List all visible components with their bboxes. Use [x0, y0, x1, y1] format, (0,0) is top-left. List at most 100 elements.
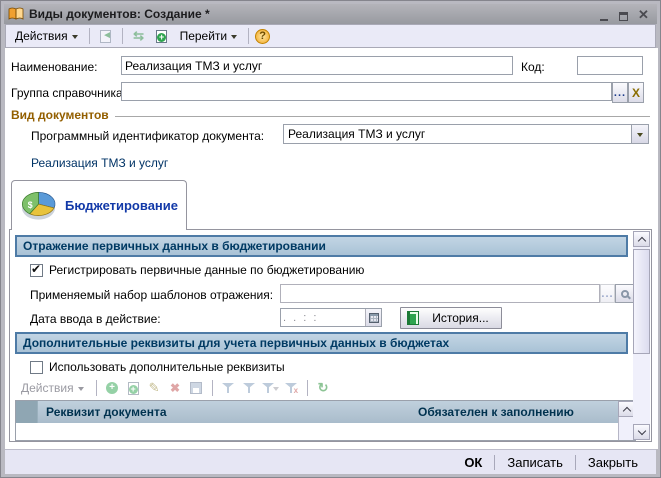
section-header-reflection: Отражение первичных данных в бюджетирова… [15, 235, 628, 257]
close-window-button[interactable]: Закрыть [576, 453, 650, 472]
templates-label: Применяемый набор шаблонов отражения: [30, 288, 273, 302]
main-toolbar: Действия ◄ ⇆ + Перейти ? [5, 24, 656, 48]
dialog-window: Виды документов: Создание * ✕ Действия ◄… [0, 0, 661, 478]
titlebar[interactable]: Виды документов: Создание * ✕ [4, 4, 657, 24]
date-label: Дата ввода в действие: [30, 312, 161, 326]
diskette-icon [190, 382, 202, 394]
toolbar-separator [122, 28, 123, 44]
table-header: Реквизит документа Обязателен к заполнен… [16, 401, 635, 423]
ellipsis-icon: ... [601, 288, 613, 300]
copy-icon: + [128, 382, 139, 395]
chevron-down-icon [637, 133, 643, 137]
register-checkbox[interactable] [30, 264, 43, 277]
window-title: Виды документов: Создание * [29, 7, 596, 21]
help-button[interactable]: ? [255, 29, 270, 44]
reread-button[interactable]: ◄ [96, 27, 116, 45]
program-id-combobox[interactable]: Реализация ТМЗ и услуг [283, 124, 649, 144]
chevron-up-icon [637, 236, 645, 244]
minimize-button[interactable] [596, 8, 611, 21]
column-header-attribute: Реквизит документа [38, 401, 418, 423]
group-box-header: Вид документов [11, 108, 650, 122]
date-placeholder: . . : : [281, 312, 365, 324]
go-menu-button[interactable]: Перейти [175, 27, 243, 45]
maximize-button[interactable] [616, 8, 631, 21]
tab-budgeting[interactable]: $ Бюджетирование [11, 180, 187, 230]
budgeting-panel: Отражение первичных данных в бюджетирова… [9, 229, 652, 442]
actions-menu-label: Действия [15, 29, 68, 43]
combo-dropdown-button[interactable] [631, 125, 648, 143]
group-box-title: Вид документов [11, 108, 109, 122]
filter-menu-button[interactable] [262, 380, 279, 396]
panel-scrollbar[interactable] [633, 231, 650, 440]
book-icon [8, 7, 24, 21]
program-id-value: Реализация ТМЗ и услуг [284, 127, 631, 141]
scroll-down-button[interactable] [633, 424, 650, 440]
copy-row-button[interactable]: + [125, 380, 142, 396]
group-input[interactable] [121, 82, 612, 101]
sync-button[interactable]: ⇆ [129, 27, 149, 45]
grid-toolbar: Действия + + ✎ ✖ x ↻ [16, 378, 332, 398]
footer-bar: ОК Записать Закрыть [5, 449, 656, 474]
close-icon: ✕ [638, 8, 649, 21]
templates-input[interactable] [280, 284, 600, 303]
grid-actions-menu-button[interactable]: Действия [16, 379, 89, 397]
register-checkbox-row[interactable]: Регистрировать первичные данные по бюдже… [30, 263, 364, 277]
go-menu-label: Перейти [180, 29, 228, 43]
program-id-caption: Реализация ТМЗ и услуг [31, 156, 168, 170]
actions-menu-button[interactable]: Действия [10, 27, 83, 45]
new-from-button[interactable]: + [152, 27, 172, 45]
save-order-button[interactable] [188, 380, 205, 396]
toolbar-separator [307, 380, 308, 396]
name-input[interactable] [121, 56, 513, 75]
table-body[interactable] [16, 423, 635, 440]
sync-arrows-icon: ⇆ [133, 28, 144, 44]
filter-set-button[interactable] [220, 380, 237, 396]
delete-icon: ✖ [170, 381, 180, 395]
filter-by-value-button[interactable] [241, 380, 258, 396]
group-clear-button[interactable]: Х [628, 82, 644, 103]
chevron-up-icon [623, 406, 631, 414]
grid-actions-label: Действия [21, 381, 74, 395]
minimize-icon [600, 18, 608, 21]
ellipsis-icon: ... [614, 87, 626, 99]
form-content: Наименование: Код: Группа справочника: .… [5, 48, 658, 449]
history-journal-icon [407, 311, 419, 325]
filter-value-icon [243, 382, 255, 394]
scroll-thumb[interactable] [633, 249, 650, 354]
save-button[interactable]: Записать [495, 453, 575, 472]
clear-icon: Х [632, 86, 640, 100]
chevron-down-icon [72, 35, 78, 39]
maximize-icon [619, 12, 628, 21]
scroll-up-button[interactable] [633, 231, 650, 247]
register-checkbox-label: Регистрировать первичные данные по бюдже… [49, 263, 364, 277]
filter-clear-button[interactable]: x [283, 380, 300, 396]
edit-row-button[interactable]: ✎ [146, 380, 163, 396]
calendar-button[interactable] [365, 309, 381, 326]
history-button[interactable]: История... [400, 307, 502, 329]
toolbar-separator [248, 28, 249, 44]
refresh-icon: ↻ [318, 380, 329, 396]
code-label: Код: [521, 60, 545, 74]
templates-search-button[interactable] [615, 284, 634, 303]
toolbar-separator [89, 28, 90, 44]
attributes-table[interactable]: Реквизит документа Обязателен к заполнен… [15, 400, 636, 441]
add-row-button[interactable]: + [104, 380, 121, 396]
use-extra-checkbox[interactable] [30, 361, 43, 374]
toolbar-separator [96, 380, 97, 396]
refresh-button[interactable]: ↻ [315, 380, 332, 396]
name-label: Наименование: [11, 60, 98, 74]
code-input[interactable] [577, 56, 643, 75]
close-button[interactable]: ✕ [636, 8, 651, 21]
section-header-extra: Дополнительные реквизиты для учета перви… [15, 332, 628, 354]
column-header-required: Обязателен к заполнению [418, 401, 635, 423]
date-input[interactable]: . . : : [280, 308, 382, 327]
use-extra-checkbox-row[interactable]: Использовать дополнительные реквизиты [30, 360, 285, 374]
templates-select-button[interactable]: ... [600, 284, 615, 303]
group-select-button[interactable]: ... [612, 82, 628, 103]
chevron-down-icon [637, 426, 645, 434]
delete-row-button[interactable]: ✖ [167, 380, 184, 396]
group-box-line [115, 116, 650, 117]
question-icon: ? [259, 30, 266, 42]
ok-button[interactable]: ОК [452, 453, 494, 472]
document-plus-icon: + [156, 30, 167, 43]
